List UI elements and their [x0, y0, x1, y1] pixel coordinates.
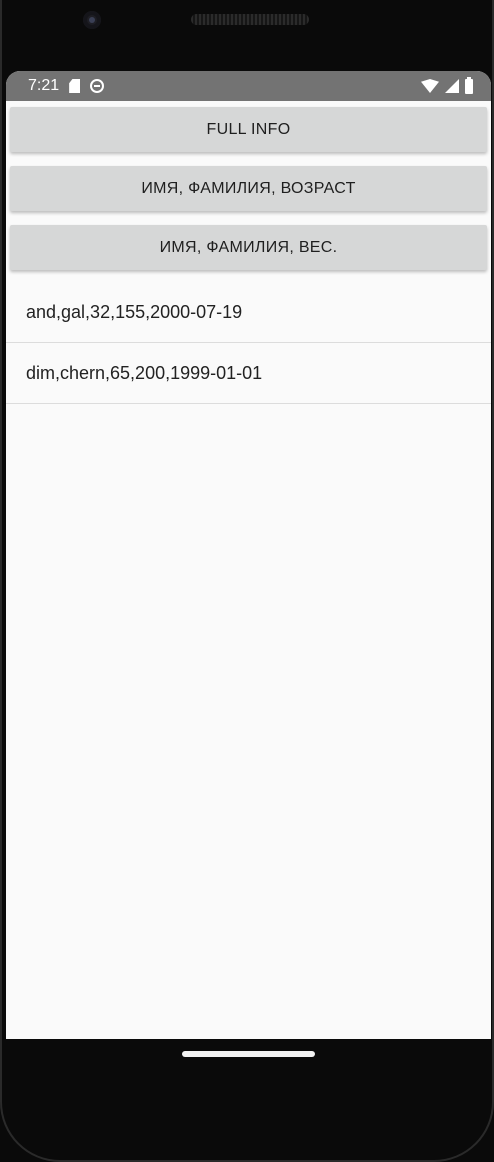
- wifi-icon: [421, 79, 439, 93]
- status-left: 7:21: [28, 77, 421, 95]
- full-info-button[interactable]: FULL INFO: [10, 107, 487, 152]
- list-item[interactable]: and,gal,32,155,2000-07-19: [6, 282, 491, 343]
- main-content: FULL INFO ИМЯ, ФАМИЛИЯ, ВОЗРАСТ ИМЯ, ФАМ…: [6, 101, 491, 404]
- status-right: [421, 76, 473, 94]
- app-screen: 7:21 FULL INFO ИМЯ, ФАМИЛИЯ, ВОЗРАСТ ИМЯ…: [6, 71, 491, 1039]
- status-bar: 7:21: [6, 71, 491, 101]
- earpiece-speaker: [191, 14, 309, 25]
- name-surname-age-button[interactable]: ИМЯ, ФАМИЛИЯ, ВОЗРАСТ: [10, 166, 487, 211]
- battery-icon: [465, 76, 473, 94]
- phone-device: 7:21 FULL INFO ИМЯ, ФАМИЛИЯ, ВОЗРАСТ ИМЯ…: [0, 0, 494, 1162]
- status-time: 7:21: [28, 77, 60, 94]
- home-gesture-bar[interactable]: [182, 1051, 315, 1057]
- front-camera: [83, 11, 101, 29]
- sd-card-icon: [69, 79, 81, 93]
- list-item[interactable]: dim,chern,65,200,1999-01-01: [6, 343, 491, 404]
- signal-icon: [445, 79, 459, 93]
- face-icon: [90, 79, 105, 93]
- name-surname-weight-button[interactable]: ИМЯ, ФАМИЛИЯ, ВЕС.: [10, 225, 487, 270]
- people-list: and,gal,32,155,2000-07-19 dim,chern,65,2…: [6, 282, 491, 404]
